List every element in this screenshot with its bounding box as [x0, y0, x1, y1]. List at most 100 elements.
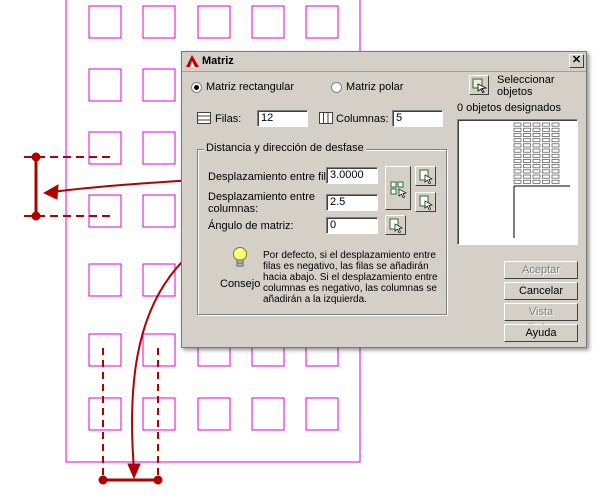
- rows-icon: [197, 112, 211, 124]
- array-square: [88, 263, 122, 297]
- preview-cell: [532, 127, 541, 132]
- column-offset-input[interactable]: 2.5: [326, 194, 378, 211]
- pick-row-offset-icon: [419, 169, 434, 184]
- array-preview-graphic: [513, 122, 570, 238]
- pick-angle-button[interactable]: [385, 215, 406, 235]
- rows-input[interactable]: 12: [257, 110, 308, 127]
- preview-cell: [551, 153, 560, 158]
- array-square: [88, 68, 122, 102]
- array-preview: [457, 119, 578, 245]
- preview-cell: [513, 143, 522, 148]
- array-square: [305, 397, 339, 431]
- pick-column-offset-icon: [419, 195, 434, 210]
- preview-cell: [532, 148, 541, 153]
- array-square: [88, 131, 122, 165]
- array-square: [88, 5, 122, 39]
- objects-selected-count: 0 objetos designados: [457, 102, 561, 114]
- preview-cell: [523, 143, 531, 148]
- preview-cell: [523, 148, 531, 153]
- columns-label: Columnas:: [336, 113, 389, 125]
- pick-row-offset-button[interactable]: [415, 166, 436, 186]
- array-square: [88, 333, 122, 367]
- preview-cell: [532, 179, 541, 184]
- select-objects-icon: [472, 78, 488, 93]
- close-icon: ✕: [571, 54, 582, 66]
- rows-label: Filas:: [215, 113, 242, 125]
- preview-cell: [542, 179, 550, 184]
- preview-cell: [551, 138, 560, 143]
- preview-cell: [523, 133, 531, 137]
- preview-cell: [532, 164, 541, 169]
- preview-cell: [532, 159, 541, 163]
- close-button[interactable]: ✕: [569, 54, 584, 68]
- preview-cell: [513, 138, 522, 143]
- accept-button[interactable]: Aceptar: [504, 261, 578, 279]
- preview-cell: [523, 164, 531, 169]
- column-offset-label: Desplazamiento entre columnas:: [208, 191, 316, 215]
- preview-cell: [523, 174, 531, 179]
- preview-cell: [551, 169, 560, 174]
- autocad-logo-icon: [186, 55, 199, 67]
- row-offset-input[interactable]: 3.0000: [326, 167, 378, 184]
- preview-cell: [523, 122, 531, 127]
- preview-cell: [551, 127, 560, 132]
- preview-cell: [523, 127, 531, 132]
- preview-cell: [513, 148, 522, 153]
- preview-cell: [542, 133, 550, 137]
- preview-cell: [513, 179, 522, 184]
- array-angle-label: Ángulo de matriz:: [208, 220, 294, 232]
- preview-cell: [513, 133, 522, 137]
- array-square: [251, 5, 285, 39]
- preview-cell: [513, 127, 522, 132]
- preview-cell: [551, 179, 560, 184]
- select-objects-button[interactable]: [469, 75, 489, 95]
- preview-cell: [523, 159, 531, 163]
- preview-cell: [532, 153, 541, 158]
- preview-cell: [513, 159, 522, 163]
- preview-cell: [551, 143, 560, 148]
- preview-cell: [542, 153, 550, 158]
- preview-cell: [532, 133, 541, 137]
- preview-cell: [542, 143, 550, 148]
- rectangular-array-radio[interactable]: [191, 82, 202, 93]
- array-square: [251, 397, 285, 431]
- tip-label: Consejo: [220, 278, 261, 290]
- array-square: [305, 5, 339, 39]
- cancel-button[interactable]: Cancelar: [504, 282, 578, 300]
- array-square: [197, 5, 231, 39]
- polar-array-radio[interactable]: [331, 82, 342, 93]
- preview-cell: [523, 169, 531, 174]
- preview-cell: [542, 127, 550, 132]
- preview-cell: [532, 143, 541, 148]
- preview-cell: [542, 159, 550, 163]
- array-angle-input[interactable]: 0: [326, 217, 378, 234]
- preview-cell: [551, 148, 560, 153]
- pick-both-offsets-button[interactable]: [385, 166, 411, 210]
- preview-cell: [532, 138, 541, 143]
- preview-cell: [551, 164, 560, 169]
- rectangular-array-label: Matriz rectangular: [206, 81, 295, 93]
- preview-cell: [542, 174, 550, 179]
- pick-angle-icon: [389, 218, 404, 233]
- help-button[interactable]: Ayuda: [504, 324, 578, 342]
- pick-column-offset-button[interactable]: [415, 192, 436, 212]
- array-dialog: Matriz ✕ Matriz rectangular Matriz polar…: [181, 51, 587, 348]
- preview-cell: [532, 169, 541, 174]
- lightbulb-icon: [233, 247, 247, 267]
- preview-button[interactable]: Vista preliminar <: [504, 303, 578, 334]
- array-square: [142, 263, 176, 297]
- preview-cell: [513, 169, 522, 174]
- array-square: [142, 131, 176, 165]
- preview-cell: [551, 159, 560, 163]
- array-square: [88, 397, 122, 431]
- preview-cell: [532, 122, 541, 127]
- preview-cell: [523, 138, 531, 143]
- array-square: [197, 397, 231, 431]
- preview-cell: [513, 174, 522, 179]
- preview-cell: [542, 138, 550, 143]
- columns-icon: [319, 112, 333, 124]
- preview-cell: [542, 122, 550, 127]
- columns-input[interactable]: 5: [392, 110, 443, 127]
- dialog-title: Matriz: [202, 55, 234, 67]
- preview-cell: [542, 169, 550, 174]
